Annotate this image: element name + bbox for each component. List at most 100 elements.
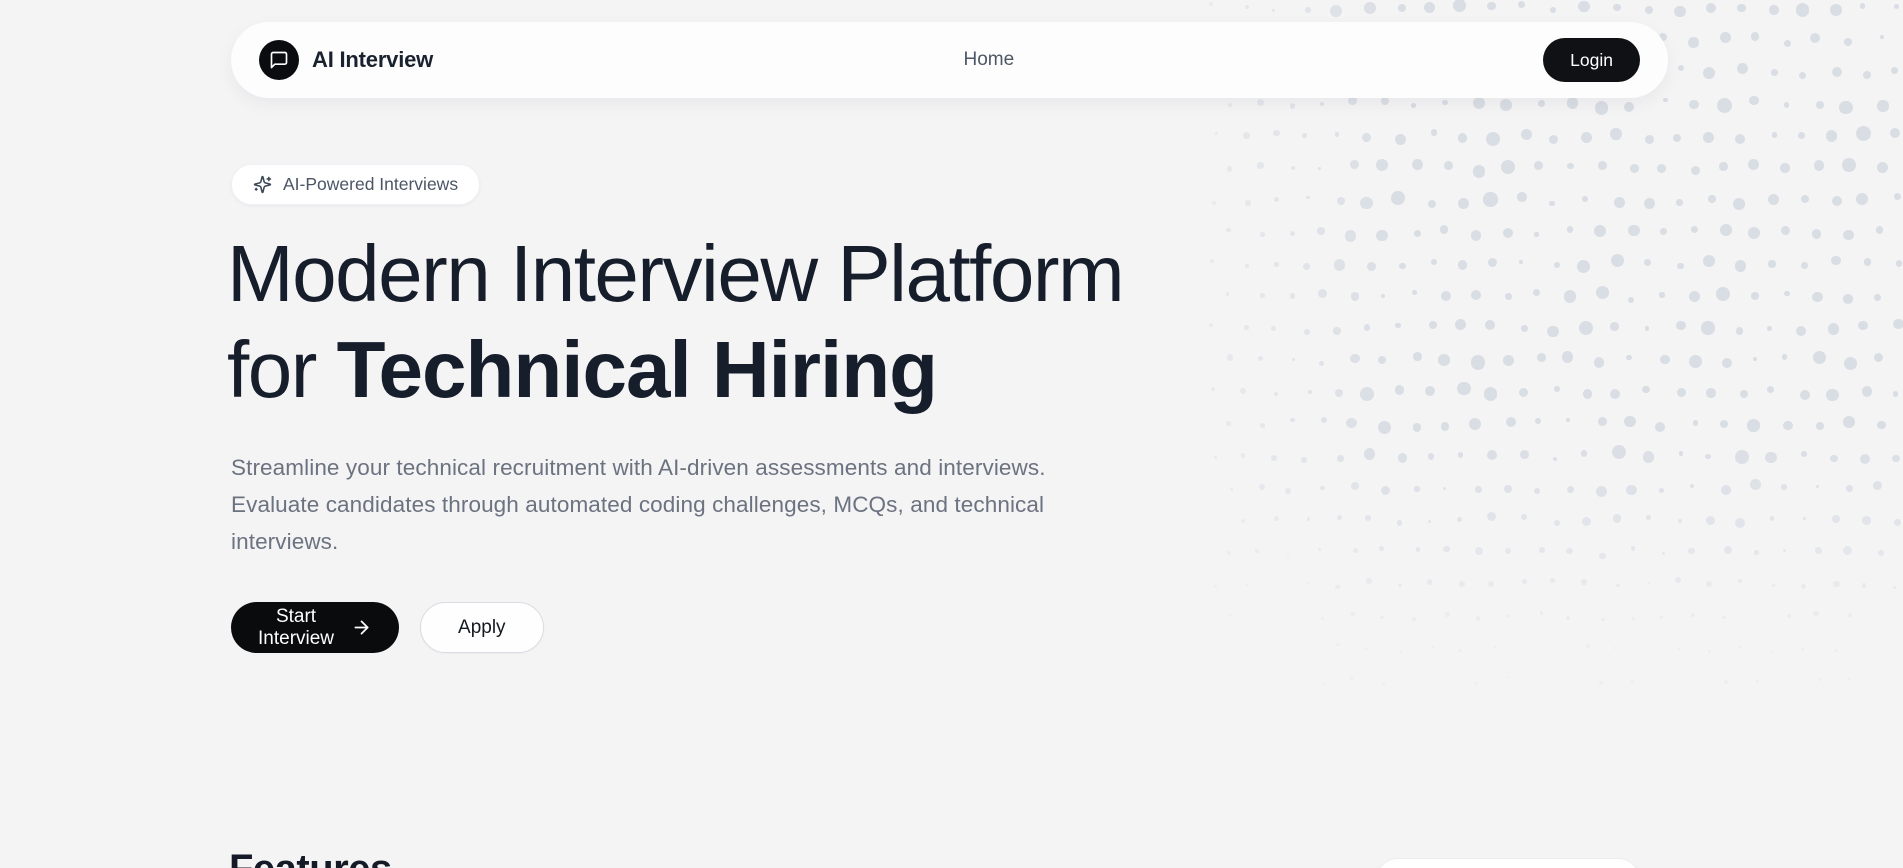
pattern-dot [1366, 578, 1371, 583]
pattern-dot [1626, 485, 1636, 495]
pattern-dot [1740, 390, 1748, 398]
pattern-dot [1719, 162, 1728, 171]
pattern-dot [1360, 197, 1372, 209]
pattern-dot [1443, 487, 1446, 490]
pattern-dot [1566, 418, 1570, 422]
pattern-dot [1706, 388, 1716, 398]
pattern-dot [1564, 290, 1576, 302]
pattern-dot [1567, 163, 1574, 170]
pattern-dot [1781, 226, 1790, 235]
pattern-dot [1703, 255, 1715, 267]
pattern-dot [1693, 420, 1699, 426]
pattern-dot [1598, 161, 1607, 170]
pattern-dot [1364, 324, 1371, 331]
pattern-dot [1891, 67, 1898, 74]
pattern-dot [1228, 103, 1232, 107]
pattern-dot [1768, 260, 1775, 267]
pattern-dot [1212, 201, 1216, 205]
pattern-dot [1703, 132, 1714, 143]
pattern-dot [1321, 417, 1327, 423]
nav-link-home[interactable]: Home [964, 49, 1015, 70]
pattern-dot [1784, 40, 1791, 47]
pattern-dot [1628, 225, 1639, 236]
pattern-dot [1675, 577, 1681, 583]
pattern-dot [1847, 678, 1850, 681]
pattern-dot [1274, 197, 1279, 202]
pattern-dot [1272, 9, 1275, 12]
start-interview-button[interactable]: Start Interview [231, 602, 399, 653]
pattern-dot [1395, 134, 1407, 146]
pattern-dot [1737, 63, 1749, 75]
pattern-dot [1549, 135, 1558, 144]
pattern-dot [1260, 232, 1264, 236]
pattern-dot [1442, 100, 1448, 106]
pattern-dot [1566, 548, 1572, 554]
pattern-dot [1307, 582, 1309, 584]
pattern-dot [1815, 547, 1822, 554]
pattern-dot [1521, 325, 1528, 332]
pattern-dot [1677, 388, 1686, 397]
pattern-dot [1673, 134, 1681, 142]
pattern-dot [1691, 166, 1700, 175]
pattern-dot [1643, 451, 1655, 463]
login-button[interactable]: Login [1543, 38, 1640, 82]
pattern-dot [1803, 517, 1806, 520]
pattern-dot [1459, 581, 1466, 588]
brand[interactable]: AI Interview [259, 40, 433, 80]
pattern-dot [1333, 327, 1341, 335]
pattern-dot [1431, 129, 1437, 135]
pattern-dot [1610, 389, 1620, 399]
pattern-dot [1846, 485, 1854, 493]
pattern-dot [1642, 386, 1649, 393]
pattern-dot [1767, 386, 1774, 393]
pattern-dot [1810, 33, 1820, 43]
pattern-dot [1503, 355, 1514, 366]
pattern-dot [1894, 4, 1899, 9]
pattern-dot [1411, 103, 1416, 108]
pattern-dot [1862, 516, 1871, 525]
pattern-dot [1708, 195, 1716, 203]
pattern-dot [1230, 488, 1233, 491]
pattern-dot [1832, 67, 1842, 77]
pattern-dot [1581, 450, 1588, 457]
pattern-dot [1458, 452, 1464, 458]
pattern-dot [1244, 325, 1249, 330]
pattern-dot [1706, 3, 1716, 13]
pattern-dot [1487, 512, 1496, 521]
pattern-dot [1706, 516, 1715, 525]
apply-button[interactable]: Apply [420, 602, 544, 653]
pattern-dot [1308, 390, 1312, 394]
pattern-dot [1362, 133, 1371, 142]
hero-heading: Modern Interview Platform for Technical … [227, 226, 1227, 418]
pattern-dot [1678, 519, 1682, 523]
pattern-dot [1346, 418, 1356, 428]
pattern-dot [1843, 294, 1852, 303]
pattern-dot [1819, 678, 1822, 681]
pattern-dot [1893, 586, 1896, 589]
pattern-dot [1550, 578, 1555, 583]
pattern-dot [1227, 551, 1230, 554]
pattern-dot [1458, 133, 1467, 142]
pattern-dot [1772, 584, 1775, 587]
pattern-dot [1399, 651, 1402, 654]
pattern-dot [1290, 103, 1295, 108]
hero-description-line: Streamline your technical recruitment wi… [231, 449, 1046, 486]
pattern-dot [1458, 260, 1468, 270]
features-heading: Features [229, 845, 392, 868]
pattern-dot [1599, 681, 1603, 685]
pattern-dot [1285, 488, 1291, 494]
pattern-dot [1649, 647, 1652, 650]
pattern-dot [1599, 553, 1605, 559]
pattern-dot [1413, 352, 1422, 361]
pattern-dot [1796, 3, 1809, 16]
pattern-dot [1586, 644, 1589, 647]
sparkles-icon [253, 175, 272, 194]
pattern-dot [1720, 224, 1732, 236]
pattern-dot [1832, 196, 1842, 206]
pattern-dot [1257, 162, 1264, 169]
pattern-dot [1676, 321, 1686, 331]
pattern-dot [1274, 262, 1278, 266]
pattern-dot [1321, 617, 1324, 620]
pattern-dot [1241, 519, 1245, 523]
pattern-dot [1271, 455, 1278, 462]
